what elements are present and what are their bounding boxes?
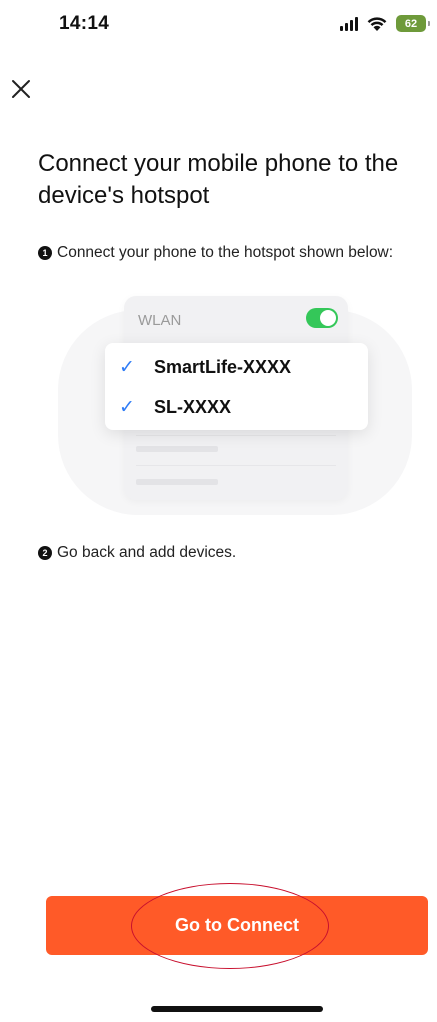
step-1-text: Connect your phone to the hotspot shown … xyxy=(57,244,394,261)
step-1: 1 Connect your phone to the hotspot shown… xyxy=(38,243,408,263)
network-list: ✓ SmartLife-XXXX ✓ SL-XXXX xyxy=(105,343,368,430)
status-icons: 62 xyxy=(340,15,430,32)
step-2: 2 Go back and add devices. xyxy=(38,543,408,563)
step-1-number: 1 xyxy=(38,246,52,260)
network-name: SL-XXXX xyxy=(154,397,232,417)
status-bar: 14:14 62 xyxy=(0,0,437,48)
checkmark-icon: ✓ xyxy=(119,357,135,378)
network-item-smartlife: ✓ SmartLife-XXXX xyxy=(105,347,368,387)
signal-icon xyxy=(340,16,358,31)
wlan-label: WLAN xyxy=(138,312,182,329)
checkmark-icon: ✓ xyxy=(119,397,135,418)
placeholder-line xyxy=(136,479,218,485)
wifi-icon xyxy=(367,16,387,31)
network-item-sl: ✓ SL-XXXX xyxy=(105,387,368,427)
step-2-text: Go back and add devices. xyxy=(57,544,237,561)
battery-level: 62 xyxy=(404,17,418,30)
placeholder-line xyxy=(136,446,218,452)
divider xyxy=(136,465,336,466)
wlan-toggle xyxy=(306,308,338,328)
battery-icon: 62 xyxy=(396,15,430,32)
close-button[interactable] xyxy=(8,76,34,102)
step-2-number: 2 xyxy=(38,546,52,560)
go-to-connect-label: Go to Connect xyxy=(175,915,299,935)
divider xyxy=(136,435,336,436)
go-to-connect-button[interactable]: Go to Connect xyxy=(46,896,428,955)
wlan-toggle-knob xyxy=(320,310,336,326)
page-title: Connect your mobile phone to the device'… xyxy=(38,150,399,209)
home-indicator xyxy=(151,1006,323,1012)
close-icon xyxy=(12,80,30,98)
network-name: SmartLife-XXXX xyxy=(154,357,292,377)
status-time: 14:14 xyxy=(59,13,110,34)
